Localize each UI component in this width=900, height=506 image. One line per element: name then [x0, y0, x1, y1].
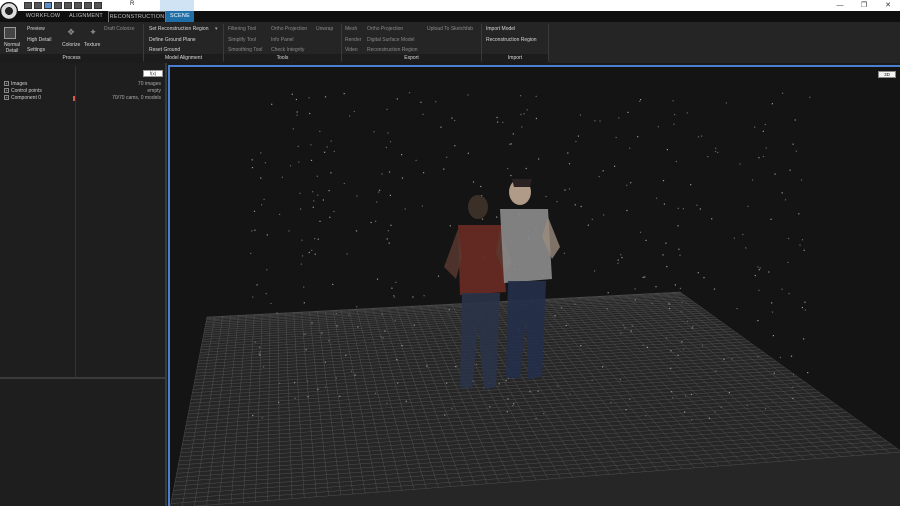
export-render-button[interactable]: Render	[345, 37, 361, 43]
close-button[interactable]: ✕	[876, 0, 900, 11]
quick-access-icon[interactable]	[54, 2, 62, 9]
tree-item-control-points[interactable]: + Control points	[4, 88, 42, 94]
quick-access-icon[interactable]	[84, 2, 92, 9]
tab-scene[interactable]: SCENE	[166, 11, 194, 22]
tree-item-images[interactable]: + Images	[4, 81, 27, 87]
expand-icon[interactable]: +	[4, 95, 9, 101]
app-logo[interactable]	[0, 2, 18, 20]
export-dsm-button[interactable]: Digital Surface Model	[367, 37, 415, 43]
tree-item-value: 70/70 cams, 0 models	[112, 95, 161, 101]
maximize-button[interactable]: ❐	[852, 0, 876, 11]
expand-icon[interactable]: +	[4, 81, 9, 87]
group-label-export: Export	[342, 54, 481, 63]
chevron-down-icon[interactable]: ▾	[215, 26, 218, 32]
reset-ground-button[interactable]: Reset Ground	[149, 47, 180, 53]
ribbon-tab-bar: WORKFLOW ALIGNMENT RECONSTRUCTION SCENE …	[0, 11, 900, 30]
quick-access-icon[interactable]	[34, 2, 42, 9]
group-label-tools: Tools	[224, 54, 341, 63]
preview-button[interactable]: Preview	[27, 26, 45, 32]
quick-access-icon[interactable]	[24, 2, 32, 9]
export-mesh-button[interactable]: Mesh	[345, 26, 357, 32]
tab-reconstruction[interactable]: RECONSTRUCTION	[108, 11, 166, 22]
set-reconstruction-region-button[interactable]: Set Reconstruction Region	[149, 26, 208, 32]
texture-icon[interactable]: ✦	[88, 27, 98, 37]
export-video-button[interactable]: Video	[345, 47, 358, 53]
window-title: R	[130, 1, 135, 7]
component-status-marker	[73, 96, 75, 101]
project-tree-panel: f(x) + Images 70 images + Control points e…	[0, 63, 167, 506]
import-reconstruction-region-button[interactable]: Reconstruction Region	[486, 37, 537, 43]
title-highlight	[160, 0, 194, 11]
group-divider	[548, 24, 549, 61]
simplify-tool-button[interactable]: Simplify Tool	[228, 37, 256, 43]
colorize-button[interactable]: Colorize	[62, 42, 80, 48]
check-integrity-button[interactable]: Check Integrity	[271, 47, 304, 53]
high-detail-button[interactable]: High Detail	[27, 37, 51, 43]
tree-item-value: empty	[147, 88, 161, 94]
scene-render[interactable]	[170, 67, 900, 506]
tab-alignment[interactable]: ALIGNMENT	[64, 11, 108, 22]
title-bar: R — ❐ ✕	[0, 0, 900, 11]
settings-button[interactable]: Settings	[27, 47, 45, 53]
define-ground-plane-button[interactable]: Define Ground Plane	[149, 37, 196, 43]
ribbon: Normal Detail Preview High Detail Settin…	[0, 22, 900, 63]
texture-button[interactable]: Texture	[84, 42, 100, 48]
quick-access-icon[interactable]	[94, 2, 102, 9]
tree-item-label: Images	[11, 81, 28, 87]
export-reconstruction-region-button[interactable]: Reconstruction Region	[367, 47, 418, 53]
view-mode-badge[interactable]: 3D	[878, 71, 896, 78]
tab-workflow[interactable]: WORKFLOW	[22, 11, 64, 22]
smoothing-tool-button[interactable]: Smoothing Tool	[228, 47, 262, 53]
minimize-button[interactable]: —	[828, 0, 852, 11]
quick-access-icon[interactable]	[74, 2, 82, 9]
import-model-button[interactable]: Import Model	[486, 26, 515, 32]
expand-icon[interactable]: +	[4, 88, 9, 94]
filtering-tool-button[interactable]: Filtering Tool	[228, 26, 256, 32]
normal-detail-icon[interactable]	[4, 27, 16, 39]
quick-access-icon[interactable]	[44, 2, 52, 9]
upload-sketchfab-button[interactable]: Upload To Sketchfab	[427, 26, 473, 32]
tree-item-component-0[interactable]: + Component 0	[4, 95, 41, 101]
quick-access-icon[interactable]	[64, 2, 72, 9]
info-panel-button[interactable]: Info Panel	[271, 37, 294, 43]
group-label-process: Process	[0, 54, 143, 63]
panel-splitter[interactable]	[0, 377, 167, 379]
group-label-model-alignment: Model Alignment	[144, 54, 223, 63]
unwrap-button[interactable]: Unwrap	[316, 26, 333, 32]
3d-viewport[interactable]: 3D	[168, 65, 900, 506]
group-label-import: Import	[482, 54, 548, 63]
colorize-icon[interactable]: ❖	[66, 27, 76, 37]
draft-colorize-button[interactable]: Draft Colorize	[104, 26, 135, 32]
export-ortho-projection-button[interactable]: Ortho Projection	[367, 26, 403, 32]
normal-detail-button[interactable]: Normal Detail	[2, 42, 22, 54]
tree-item-label: Component 0	[11, 95, 42, 101]
ortho-projection-tool-button[interactable]: Ortho Projection	[271, 26, 307, 32]
tree-item-value: 70 images	[137, 81, 161, 87]
tree-item-label: Control points	[11, 88, 42, 94]
column-divider[interactable]	[75, 66, 76, 378]
filter-button[interactable]: f(x)	[143, 70, 163, 77]
